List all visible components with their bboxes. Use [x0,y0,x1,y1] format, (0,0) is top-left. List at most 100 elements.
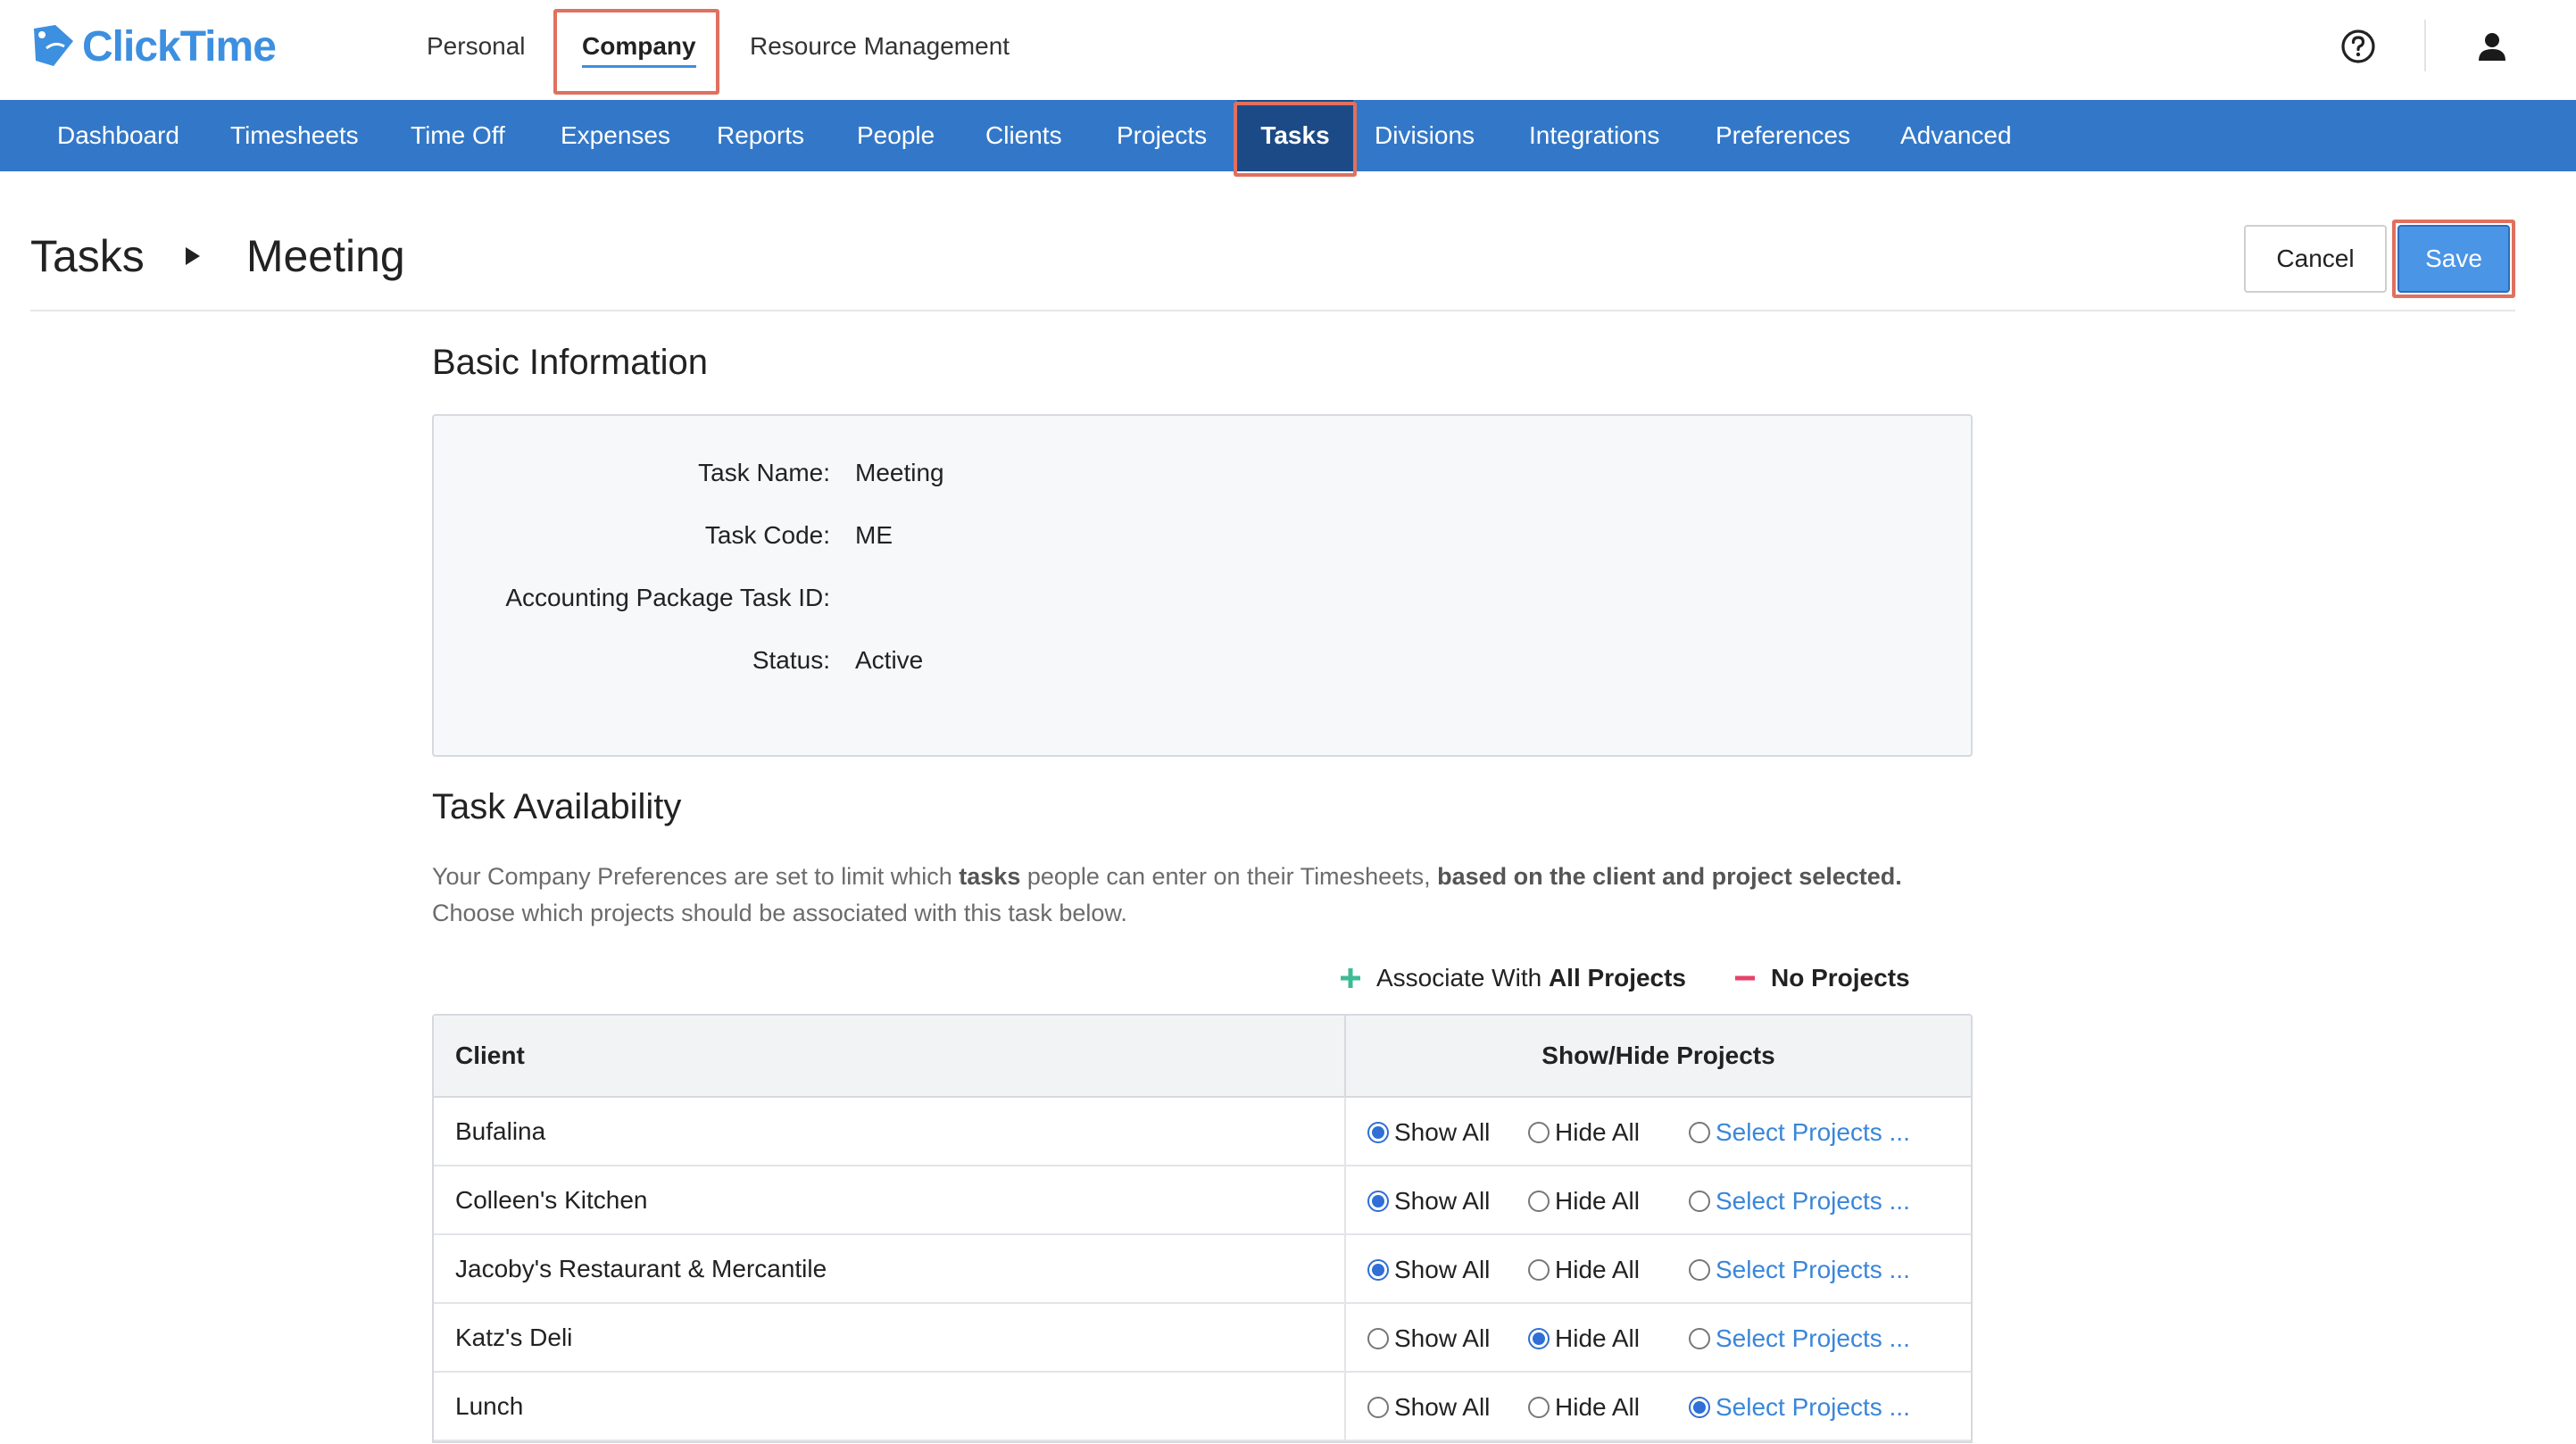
option-label: Select Projects ... [1716,1186,1910,1215]
option-label: Hide All [1555,1324,1640,1352]
nav-reports[interactable]: Reports [717,100,804,171]
legend-bold: All Projects [1548,964,1687,992]
radio-button[interactable] [1689,1121,1710,1143]
breadcrumb: Tasks Meeting [30,225,405,287]
nav-label: Reports [717,121,805,149]
availability-title: Task Availability [432,787,682,826]
legend-bold: No Projects [1771,964,1910,992]
radio-button[interactable] [1528,1258,1550,1281]
top-nav-company[interactable]: Company [582,0,696,93]
option-hide-all[interactable]: Hide All [1528,1235,1640,1304]
option-select-projects[interactable]: Select Projects ... [1689,1373,1910,1441]
cancel-button[interactable]: Cancel [2244,225,2387,293]
radio-button[interactable] [1367,1190,1389,1212]
nav-tasks[interactable]: Tasks [1237,100,1353,171]
top-bar: ClickTime Personal Company Resource Mana… [0,0,2576,100]
breadcrumb-arrow-icon [185,247,200,265]
top-nav-resource-management[interactable]: Resource Management [750,0,1010,93]
field-label: Task Code: [704,521,830,549]
nav-advanced[interactable]: Advanced [1900,100,2012,171]
radio-button[interactable] [1367,1396,1389,1418]
user-menu-button[interactable] [2469,23,2515,70]
top-divider [2424,20,2426,71]
nav-preferences[interactable]: Preferences [1716,100,1850,171]
nav-integrations[interactable]: Integrations [1529,100,1659,171]
radio-button[interactable] [1528,1327,1550,1349]
top-nav-personal[interactable]: Personal [427,0,526,93]
client-name: Bufalina [434,1098,1346,1165]
nav-label: People [857,121,935,149]
field-value: Meeting [855,459,944,486]
option-select-projects[interactable]: Select Projects ... [1689,1235,1910,1304]
clicktime-logo[interactable]: ClickTime [29,20,277,73]
main-nav: Dashboard Timesheets Time Off Expenses R… [0,100,2576,171]
nav-label: Tasks [1260,121,1330,149]
visibility-options: Show All Hide All Select Projects ... [1346,1166,1971,1233]
nav-label: Clients [985,121,1062,149]
option-show-all[interactable]: Show All [1367,1304,1490,1373]
option-show-all[interactable]: Show All [1367,1235,1490,1304]
option-show-all[interactable]: Show All [1367,1166,1490,1235]
breadcrumb-root[interactable]: Tasks [30,230,145,282]
table-row: Colleen's Kitchen Show All Hide All Select … [434,1166,1971,1235]
nav-label: Preferences [1716,121,1850,149]
option-label: Select Projects ... [1716,1392,1910,1421]
option-label: Select Projects ... [1716,1324,1910,1352]
nav-timesheets[interactable]: Timesheets [230,100,359,171]
client-name: Katz's Deli [434,1304,1346,1371]
radio-button[interactable] [1528,1190,1550,1212]
table-row: Lunch Show All Hide All Select Projects ... [434,1373,1971,1441]
nav-label: Divisions [1375,121,1475,149]
option-label: Show All [1394,1117,1491,1146]
field-status: Status: Active [434,643,1971,678]
nav-people[interactable]: People [857,100,935,171]
desc-bold: based on the client and project selected… [1437,863,1902,890]
field-task-code: Task Code: ME [434,518,1971,553]
radio-button[interactable] [1528,1396,1550,1418]
visibility-options: Show All Hide All Select Projects ... [1346,1098,1971,1165]
desc-text: Choose which projects should be associat… [432,900,1127,926]
radio-button[interactable] [1689,1327,1710,1349]
save-button[interactable]: Save [2397,225,2510,293]
client-name: Lunch [434,1373,1346,1440]
field-accounting-id: Accounting Package Task ID: [434,580,1971,616]
no-projects-button[interactable]: No Projects [1733,960,1910,996]
radio-button[interactable] [1367,1121,1389,1143]
nav-dashboard[interactable]: Dashboard [57,100,179,171]
nav-divisions[interactable]: Divisions [1375,100,1475,171]
nav-expenses[interactable]: Expenses [561,100,670,171]
option-show-all[interactable]: Show All [1367,1098,1490,1166]
top-nav-label: Resource Management [750,32,1010,60]
table-row: Katz's Deli Show All Hide All Select Projec… [434,1304,1971,1373]
radio-button[interactable] [1528,1121,1550,1143]
associate-all-projects-button[interactable]: Associate With All Projects [1339,960,1686,996]
nav-projects[interactable]: Projects [1117,100,1207,171]
help-button[interactable] [2335,23,2381,70]
nav-label: Integrations [1529,121,1660,149]
availability-description: Your Company Preferences are set to limi… [432,859,2003,932]
user-icon [2479,33,2505,61]
nav-label: Expenses [561,121,670,149]
option-hide-all[interactable]: Hide All [1528,1304,1640,1373]
legend-text: Associate With [1376,964,1549,992]
radio-button[interactable] [1689,1258,1710,1281]
option-select-projects[interactable]: Select Projects ... [1689,1166,1910,1235]
basic-info-title: Basic Information [432,343,709,382]
radio-button[interactable] [1689,1190,1710,1212]
table-body: Bufalina Show All Hide All Select Projects … [434,1098,1971,1441]
option-select-projects[interactable]: Select Projects ... [1689,1304,1910,1373]
field-label: Accounting Package Task ID: [505,584,830,611]
table-header: Client Show/Hide Projects [434,1016,1971,1098]
radio-button[interactable] [1367,1258,1389,1281]
radio-button[interactable] [1689,1396,1710,1418]
option-show-all[interactable]: Show All [1367,1373,1490,1441]
radio-button[interactable] [1367,1327,1389,1349]
page-title: Meeting [245,231,405,281]
option-hide-all[interactable]: Hide All [1528,1373,1640,1441]
option-select-projects[interactable]: Select Projects ... [1689,1098,1910,1166]
nav-clients[interactable]: Clients [985,100,1062,171]
clicktime-logo-icon [34,25,73,66]
option-hide-all[interactable]: Hide All [1528,1166,1640,1235]
option-hide-all[interactable]: Hide All [1528,1098,1640,1166]
nav-time-off[interactable]: Time Off [411,100,505,171]
